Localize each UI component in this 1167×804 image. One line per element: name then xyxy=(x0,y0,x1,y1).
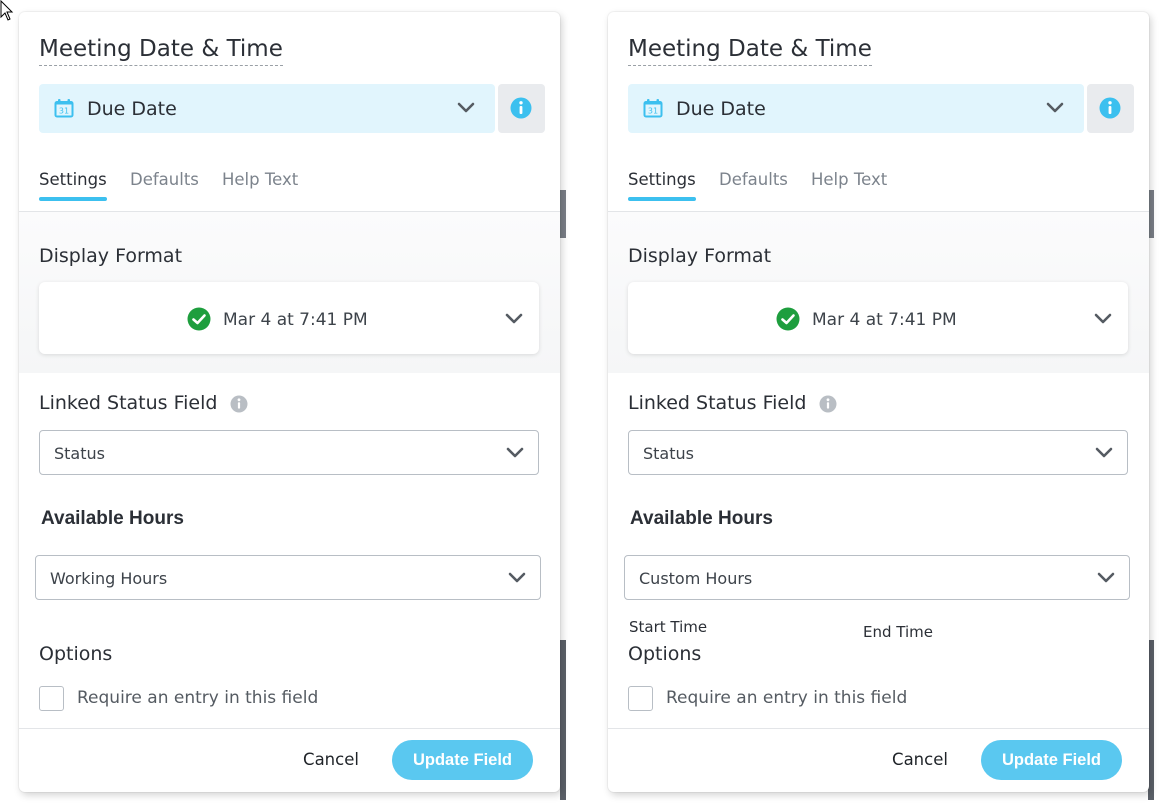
linked-status-value: Status xyxy=(54,444,105,463)
available-hours-label: Available Hours xyxy=(630,508,773,529)
tab-defaults[interactable]: Defaults xyxy=(130,170,199,189)
chevron-down-icon xyxy=(457,102,475,113)
available-hours-label: Available Hours xyxy=(41,508,184,529)
info-icon xyxy=(1099,97,1121,119)
svg-text:31: 31 xyxy=(648,107,658,116)
display-format-select[interactable]: Mar 4 at 7:41 PM xyxy=(39,282,539,354)
tab-help-text[interactable]: Help Text xyxy=(811,170,887,189)
field-settings-panel-custom-hours: Meeting Date & Time 31 Due Date Settings… xyxy=(608,12,1149,792)
require-entry-checkbox[interactable] xyxy=(628,686,653,711)
divider xyxy=(19,728,560,729)
divider xyxy=(608,728,1149,729)
tab-help-text[interactable]: Help Text xyxy=(222,170,298,189)
available-hours-value: Custom Hours xyxy=(639,569,753,588)
info-button[interactable] xyxy=(498,84,545,133)
info-icon[interactable] xyxy=(819,395,837,413)
chevron-down-icon xyxy=(505,313,523,324)
update-field-button[interactable]: Update Field xyxy=(392,740,533,780)
field-title[interactable]: Meeting Date & Time xyxy=(628,34,872,66)
info-button[interactable] xyxy=(1087,84,1134,133)
require-entry-label: Require an entry in this field xyxy=(77,688,319,708)
tab-settings[interactable]: Settings xyxy=(39,170,107,201)
chevron-down-icon xyxy=(1095,447,1113,458)
linked-status-select[interactable]: Status xyxy=(628,430,1128,475)
display-format-value: Mar 4 at 7:41 PM xyxy=(223,310,368,330)
chevron-down-icon xyxy=(1097,572,1115,583)
display-format-value: Mar 4 at 7:41 PM xyxy=(812,310,957,330)
field-title[interactable]: Meeting Date & Time xyxy=(39,34,283,66)
field-type-label: Due Date xyxy=(676,98,766,120)
available-hours-select[interactable]: Working Hours xyxy=(35,555,541,600)
require-entry-checkbox[interactable] xyxy=(39,686,64,711)
info-icon xyxy=(510,97,532,119)
display-format-select[interactable]: Mar 4 at 7:41 PM xyxy=(628,282,1128,354)
calendar-icon: 31 xyxy=(54,99,74,118)
linked-status-label: Linked Status Field xyxy=(39,392,218,414)
chevron-down-icon xyxy=(508,572,526,583)
background-strip xyxy=(560,190,566,238)
options-label: Options xyxy=(39,643,113,665)
available-hours-select[interactable]: Custom Hours xyxy=(624,555,1130,600)
mouse-cursor-icon xyxy=(0,0,14,21)
require-entry-label: Require an entry in this field xyxy=(666,688,908,708)
check-circle-icon xyxy=(187,307,211,331)
tab-defaults[interactable]: Defaults xyxy=(719,170,788,189)
field-type-select[interactable]: 31 Due Date xyxy=(628,84,1084,133)
field-settings-panel-working-hours: Meeting Date & Time 31 Due Date Settings… xyxy=(19,12,560,792)
svg-text:31: 31 xyxy=(59,107,69,116)
field-type-select[interactable]: 31 Due Date xyxy=(39,84,495,133)
start-time-label: Start Time xyxy=(629,618,708,636)
cancel-button[interactable]: Cancel xyxy=(289,747,373,773)
available-hours-value: Working Hours xyxy=(50,569,168,588)
chevron-down-icon xyxy=(506,447,524,458)
linked-status-value: Status xyxy=(643,444,694,463)
chevron-down-icon xyxy=(1046,102,1064,113)
calendar-icon: 31 xyxy=(643,99,663,118)
background-strip xyxy=(560,640,566,800)
display-format-label: Display Format xyxy=(39,245,183,267)
linked-status-label: Linked Status Field xyxy=(628,392,807,414)
field-type-label: Due Date xyxy=(87,98,177,120)
display-format-label: Display Format xyxy=(628,245,772,267)
tab-settings[interactable]: Settings xyxy=(628,170,696,201)
options-label: Options xyxy=(628,643,702,665)
update-field-button[interactable]: Update Field xyxy=(981,740,1122,780)
end-time-label: End Time xyxy=(863,623,933,641)
chevron-down-icon xyxy=(1094,313,1112,324)
linked-status-select[interactable]: Status xyxy=(39,430,539,475)
cancel-button[interactable]: Cancel xyxy=(878,747,962,773)
info-icon[interactable] xyxy=(230,395,248,413)
check-circle-icon xyxy=(776,307,800,331)
